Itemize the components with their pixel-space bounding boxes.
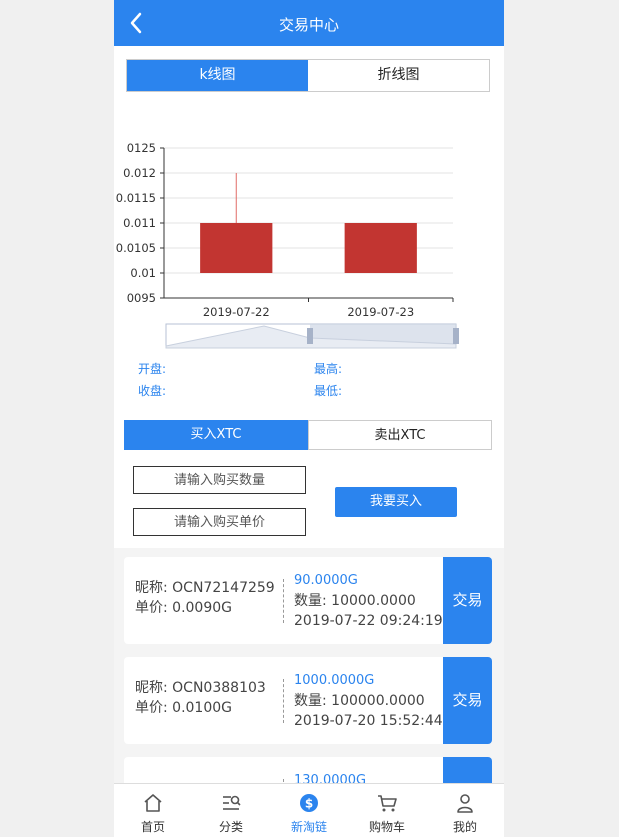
tabbar-label: 分类: [218, 820, 243, 834]
order-right: 90.0000G 数量: 10000.0000 2019-07-22 09:24…: [294, 571, 443, 631]
zoom-handle-left[interactable]: [307, 328, 313, 344]
y-tick-label: 0095: [127, 291, 156, 305]
x-axis: 2019-07-22 2019-07-23: [164, 297, 454, 319]
order-time: 2019-07-22 09:24:19: [294, 613, 443, 629]
order-card: 昵称: OCN72147259 单价: 0.0090G 90.0000G 数量:…: [124, 557, 492, 644]
chart-tabs: k线图 折线图: [126, 59, 490, 92]
header: 交易中心: [114, 0, 504, 46]
user-icon: [457, 794, 473, 813]
zoom-handle-right[interactable]: [453, 328, 459, 344]
order-amount: 90.0000G: [294, 573, 358, 588]
tabbar-item-category[interactable]: 分类: [192, 784, 270, 837]
data-zoom-slider[interactable]: [165, 323, 459, 349]
buy-tab[interactable]: 买入XTC: [124, 420, 308, 450]
trade-button[interactable]: 交易: [443, 657, 492, 744]
phone-screen: 交易中心 k线图 折线图 0125 0.012 0.0115 0.011 0.0105 0…: [114, 0, 504, 837]
y-tick-label: 0.011: [123, 216, 156, 230]
cart-icon: [378, 795, 397, 812]
order-divider: [283, 679, 284, 723]
kline-chart: 0125 0.012 0.0115 0.011 0.0105 0.01 0095 2019-…: [116, 141, 459, 349]
bottom-tabbar: 首页 分类 $ 新淘链 购物车 我的: [114, 783, 504, 837]
low-label: 最低:: [314, 384, 343, 398]
tabbar-item-cart[interactable]: 购物车: [348, 784, 426, 837]
y-tick-label: 0.0115: [116, 191, 156, 205]
order-nickname: 昵称: OCN0388103: [135, 680, 266, 696]
tabbar-label: 新淘链: [290, 820, 327, 834]
tabbar-item-coin[interactable]: $ 新淘链: [270, 784, 348, 837]
category-icon: [223, 795, 241, 810]
trade-panel: k线图 折线图 0125 0.012 0.0115 0.011 0.0105 0.01 00…: [114, 46, 504, 548]
price-input[interactable]: [133, 508, 306, 536]
tab-kline[interactable]: k线图: [127, 60, 308, 91]
tabbar-label: 我的: [452, 820, 477, 834]
y-tick-label: 0.012: [123, 166, 156, 180]
y-tick-label: 0.01: [130, 266, 156, 280]
tabbar-item-home[interactable]: 首页: [114, 784, 192, 837]
candle-body: [344, 223, 417, 273]
tab-line[interactable]: 折线图: [308, 60, 489, 91]
order-unit-price: 单价: 0.0100G: [135, 700, 233, 716]
x-tick-label: 2019-07-23: [347, 305, 414, 319]
quantity-input[interactable]: [133, 466, 306, 494]
buy-button[interactable]: 我要买入: [335, 487, 457, 517]
page-title: 交易中心: [278, 16, 339, 34]
home-icon: [144, 794, 162, 812]
order-left: 昵称: OCN0388103 单价: 0.0100G: [135, 678, 266, 718]
coin-icon: $: [300, 794, 318, 812]
order-time: 2019-07-20 15:52:44: [294, 713, 443, 729]
y-tick-label: 0.0105: [116, 241, 156, 255]
tabbar-label: 首页: [140, 820, 165, 834]
order-left: 昵称: OCN72147259 单价: 0.0090G: [135, 578, 275, 618]
tabbar-item-me[interactable]: 我的: [426, 784, 504, 837]
candle-body: [200, 223, 273, 273]
open-label: 开盘:: [138, 362, 167, 376]
order-right: 1000.0000G 数量: 100000.0000 2019-07-20 15…: [294, 671, 443, 731]
high-label: 最高:: [314, 362, 343, 376]
order-nickname: 昵称: OCN72147259: [135, 580, 275, 596]
sell-tab[interactable]: 卖出XTC: [308, 420, 492, 450]
tabbar-label: 购物车: [368, 820, 405, 834]
trade-button[interactable]: 交易: [443, 557, 492, 644]
order-card: 昵称: OCN0388103 单价: 0.0100G 1000.0000G 数量…: [124, 657, 492, 744]
order-unit-price: 单价: 0.0090G: [135, 600, 233, 616]
order-quantity: 数量: 100000.0000: [294, 693, 425, 709]
x-tick-label: 2019-07-22: [203, 305, 270, 319]
close-label: 收盘:: [138, 384, 167, 398]
buy-sell-toggle: 买入XTC 卖出XTC: [124, 420, 494, 450]
svg-text:$: $: [305, 797, 313, 811]
order-amount: 1000.0000G: [294, 673, 375, 688]
order-quantity: 数量: 10000.0000: [294, 593, 416, 609]
y-tick-label: 0125: [127, 141, 156, 155]
y-axis: 0125 0.012 0.0115 0.011 0.0105 0.01 0095: [116, 141, 165, 305]
order-divider: [283, 579, 284, 623]
